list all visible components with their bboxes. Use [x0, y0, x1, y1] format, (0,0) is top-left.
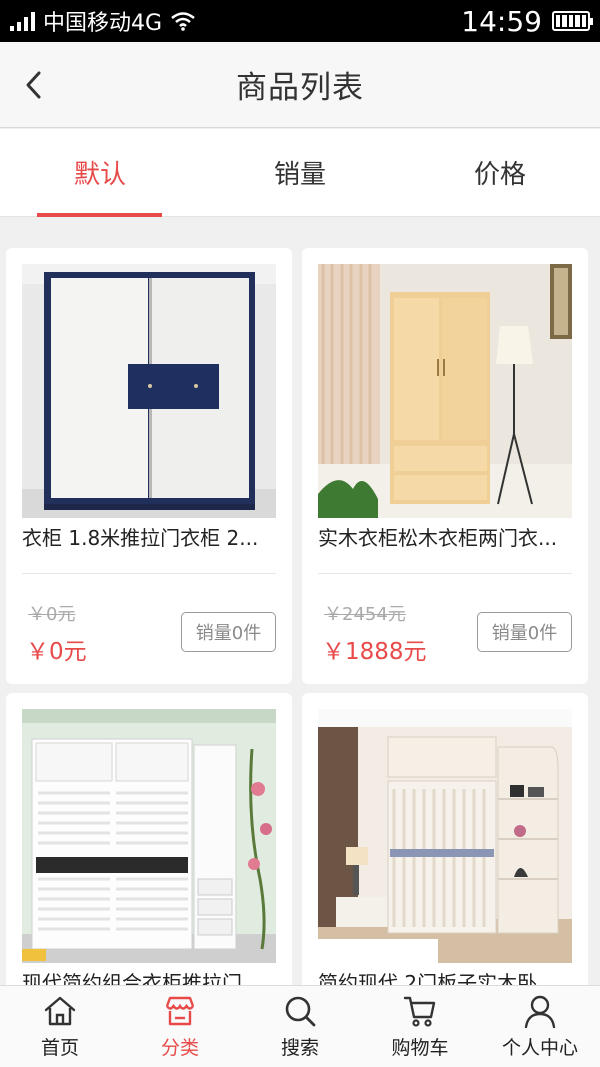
search-icon: [285, 996, 316, 1027]
sort-tabs: 默认 销量 价格: [0, 129, 600, 217]
product-name: 实木衣柜松木衣柜两门衣...: [318, 526, 558, 550]
tab-label: 销量: [273, 160, 326, 190]
tabbar-label: 购物车: [391, 1037, 449, 1059]
original-price: ￥0元: [28, 604, 76, 625]
product-grid: 衣柜 1.8米推拉门衣柜 2... ￥0元 ￥0元 销量0件 实木衣柜松木衣柜两…: [0, 248, 600, 985]
store-icon: [165, 996, 195, 1026]
product-image: [318, 709, 572, 963]
product-name: 简约现代 2门板子实木卧...: [318, 971, 557, 985]
tabbar-label: 分类: [160, 1037, 199, 1059]
product-card[interactable]: 现代简约组合衣柜推拉门...: [6, 693, 292, 985]
product-image: [318, 264, 572, 518]
product-card[interactable]: 衣柜 1.8米推拉门衣柜 2... ￥0元 ￥0元 销量0件: [6, 248, 292, 684]
original-price: ￥2454元: [324, 604, 406, 625]
product-price: ￥0元: [26, 639, 87, 665]
tabbar-item-profile[interactable]: 个人中心: [480, 986, 600, 1067]
divider: [318, 573, 572, 574]
tabbar-item-cart[interactable]: 购物车: [360, 986, 480, 1067]
clock-label: 14:59: [461, 4, 542, 38]
tab-sales[interactable]: 销量: [200, 129, 400, 216]
tab-default[interactable]: 默认: [0, 129, 200, 217]
nav-bar: 商品列表: [0, 42, 600, 128]
page-title: 商品列表: [236, 70, 364, 106]
wifi-icon: [171, 12, 195, 31]
bottom-tab-bar: 首页 分类 搜索 购物车 个人中心: [0, 985, 600, 1067]
tab-label: 默认: [73, 160, 126, 190]
tabbar-label: 首页: [40, 1037, 79, 1059]
product-card[interactable]: 简约现代 2门板子实木卧...: [302, 693, 588, 985]
carrier-label: 中国移动4G: [43, 11, 163, 36]
tabbar-item-search[interactable]: 搜索: [240, 986, 360, 1067]
tab-price[interactable]: 价格: [400, 129, 600, 216]
sales-badge: 销量0件: [477, 612, 572, 652]
back-button[interactable]: [14, 62, 54, 108]
home-icon: [44, 996, 76, 1026]
product-name: 现代简约组合衣柜推拉门...: [22, 971, 262, 985]
product-price: ￥1888元: [322, 639, 427, 665]
product-image: [22, 709, 276, 963]
tabbar-item-category[interactable]: 分类: [120, 986, 240, 1067]
product-card[interactable]: 实木衣柜松木衣柜两门衣... ￥2454元 ￥1888元 销量0件: [302, 248, 588, 684]
status-bar: 中国移动4G 14:59: [0, 0, 600, 42]
chevron-left-icon: [26, 71, 41, 99]
signal-icon: [10, 11, 35, 31]
product-name: 衣柜 1.8米推拉门衣柜 2...: [22, 526, 259, 550]
user-icon: [524, 995, 556, 1029]
tabbar-item-home[interactable]: 首页: [0, 986, 120, 1067]
tabbar-label: 搜索: [280, 1037, 319, 1059]
divider: [22, 573, 276, 574]
tab-label: 价格: [473, 160, 526, 190]
sales-badge: 销量0件: [181, 612, 276, 652]
tabbar-label: 个人中心: [501, 1037, 578, 1059]
cart-icon: [403, 996, 436, 1027]
battery-icon: [552, 11, 593, 31]
product-image: [22, 264, 276, 518]
